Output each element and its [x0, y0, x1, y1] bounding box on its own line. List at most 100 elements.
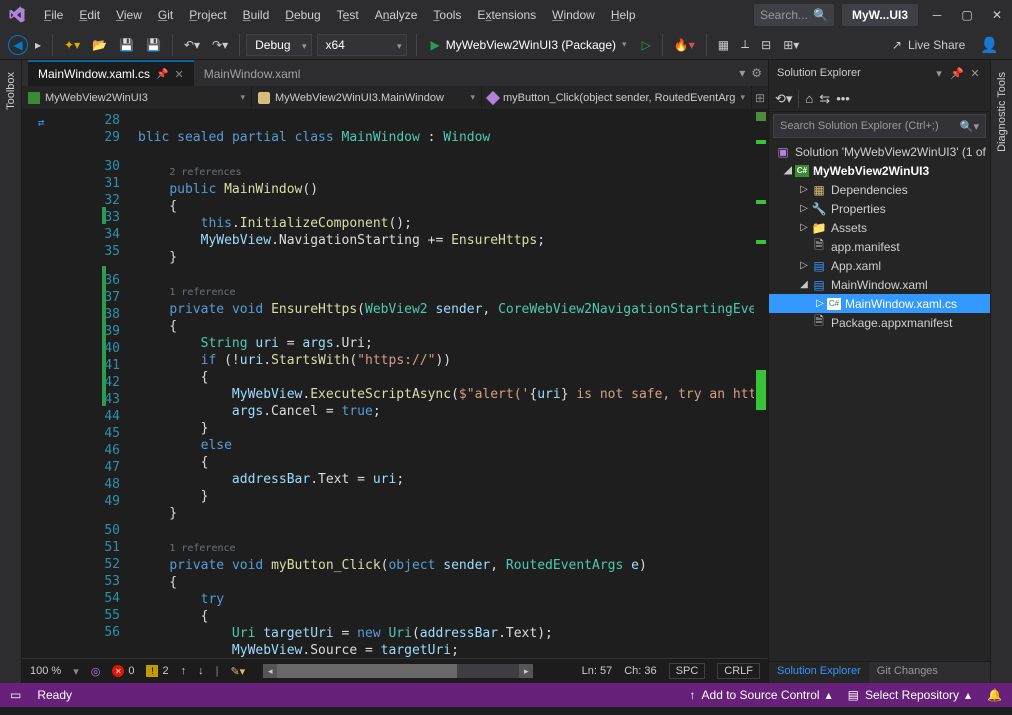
solution-search-input[interactable]: Search Solution Explorer (Ctrl+;) 🔍▾ — [773, 114, 986, 138]
tool-icon[interactable]: ••• — [836, 91, 850, 106]
back-icon[interactable]: ⟲▾ — [775, 91, 792, 107]
home-icon[interactable]: ⌂ — [805, 91, 813, 106]
zoom-level[interactable]: 100 % — [30, 665, 61, 677]
panel-close-icon[interactable]: ✕ — [968, 66, 982, 80]
split-editor-button[interactable]: ⊞ — [752, 86, 768, 109]
document-tab[interactable]: MainWindow.xaml — [194, 60, 311, 86]
panel-tab-git[interactable]: Git Changes — [869, 662, 946, 683]
collapse-icon[interactable]: ◢ — [781, 165, 795, 176]
save-all-button[interactable]: 💾 — [141, 35, 166, 55]
undo-button[interactable]: ↶▾ — [179, 35, 205, 55]
track-changes-icon[interactable]: ⇄ — [38, 114, 45, 131]
gear-icon[interactable]: ⚙ — [751, 66, 762, 80]
line-indicator[interactable]: Ln: 57 — [582, 665, 613, 677]
toolbar-icon[interactable]: ⟂ — [736, 34, 754, 55]
menu-build[interactable]: Build — [235, 3, 278, 27]
horizontal-scrollbar[interactable]: ◂ ▸ — [263, 664, 533, 678]
menu-git[interactable]: Git — [150, 3, 181, 27]
nav-fwd-button[interactable]: ▸ — [30, 35, 46, 55]
column-indicator[interactable]: Ch: 36 — [624, 665, 656, 677]
expand-icon[interactable]: ▷ — [797, 184, 811, 195]
panel-pin-icon[interactable]: 📌 — [950, 66, 964, 80]
maximize-button[interactable]: ▢ — [960, 8, 974, 22]
sync-icon[interactable]: ⇆ — [819, 91, 830, 107]
panel-tab-solution[interactable]: Solution Explorer — [769, 662, 869, 683]
tree-row[interactable]: 🗎 app.manifest — [769, 237, 990, 256]
tree-row[interactable]: ◢ ▤ MainWindow.xaml — [769, 275, 990, 294]
pin-icon[interactable]: 📌 — [156, 69, 168, 80]
open-button[interactable]: 📂 — [87, 35, 112, 55]
select-repository-button[interactable]: ▤ Select Repository ▴ — [848, 688, 971, 702]
platform-dropdown[interactable]: x64▾ — [317, 34, 407, 56]
new-item-button[interactable]: ✦▾ — [59, 35, 85, 55]
codelens-references[interactable]: 1 reference — [169, 287, 235, 298]
chevron-down-icon[interactable]: ▾ — [73, 665, 79, 678]
menu-window[interactable]: Window — [544, 3, 603, 27]
account-button[interactable]: 👤 — [975, 33, 1004, 57]
tree-row[interactable]: ▷ 📁 Assets — [769, 218, 990, 237]
tree-row[interactable]: ▷ 🔧 Properties — [769, 199, 990, 218]
start-debugging-button[interactable]: ▶ MyWebView2WinUI3 (Package) ▾ — [423, 35, 635, 55]
tree-row-project[interactable]: ◢ C# MyWebView2WinUI3 — [769, 161, 990, 180]
menu-debug[interactable]: Debug — [277, 3, 328, 27]
solution-name-dropdown[interactable]: MyW...UI3 — [842, 4, 918, 26]
expand-icon[interactable]: ▷ — [813, 298, 827, 309]
nav-project-dropdown[interactable]: MyWebView2WinUI3 ▾ — [22, 86, 252, 109]
collapse-icon[interactable]: ◢ — [797, 279, 811, 290]
menu-help[interactable]: Help — [603, 3, 644, 27]
redo-button[interactable]: ↷▾ — [207, 35, 233, 55]
menu-edit[interactable]: Edit — [71, 3, 108, 27]
nav-up-button[interactable]: ↑ — [181, 665, 187, 677]
quick-launch-search[interactable]: Search... 🔍 — [754, 4, 834, 26]
hot-reload-button[interactable]: 🔥▾ — [669, 35, 700, 55]
error-count[interactable]: ✕0 — [112, 665, 134, 677]
scroll-right-button[interactable]: ▸ — [519, 664, 533, 678]
panel-dropdown-icon[interactable]: ▾ — [932, 66, 946, 80]
code-content[interactable]: blic sealed partial class MainWindow : W… — [138, 110, 754, 658]
tree-row[interactable]: ▷ ▦ Dependencies — [769, 180, 990, 199]
codelens-references[interactable]: 1 reference — [169, 543, 235, 554]
menu-analyze[interactable]: Analyze — [367, 3, 426, 27]
toolbar-icon[interactable]: ⊟ — [756, 35, 776, 55]
expand-icon[interactable]: ▷ — [797, 222, 811, 233]
nav-class-dropdown[interactable]: MyWebView2WinUI3.MainWindow ▾ — [252, 86, 482, 109]
notifications-button[interactable]: 🔔 — [987, 688, 1002, 702]
code-editor[interactable]: ⇄ 28 29 30 31 32 33 34 35 36 37 38 39 40… — [22, 110, 768, 658]
expand-icon[interactable]: ▷ — [797, 260, 811, 271]
indent-mode[interactable]: SPC — [669, 663, 706, 679]
tree-row[interactable]: 🗎 Package.appxmanifest — [769, 313, 990, 332]
overview-margin[interactable] — [754, 110, 768, 658]
expand-icon[interactable]: ▷ — [797, 203, 811, 214]
start-without-debugging-button[interactable]: ▷ — [637, 35, 656, 55]
tree-row-selected[interactable]: ▷ C# MainWindow.xaml.cs — [769, 294, 990, 313]
health-indicator-icon[interactable]: ◎ — [91, 665, 101, 678]
scroll-left-button[interactable]: ◂ — [263, 664, 277, 678]
close-window-button[interactable]: ✕ — [990, 8, 1004, 22]
add-to-source-control-button[interactable]: ↑ Add to Source Control ▴ — [690, 688, 832, 702]
menu-file[interactable]: FFileile — [36, 3, 71, 27]
live-share-button[interactable]: ↗ Live Share — [884, 35, 973, 55]
menu-extensions[interactable]: Extensions — [469, 3, 544, 27]
nav-back-button[interactable]: ◀ — [8, 35, 28, 55]
document-tab-active[interactable]: MainWindow.xaml.cs 📌 ✕ — [28, 60, 194, 86]
toolbar-icon[interactable]: ▦ — [713, 35, 734, 55]
save-button[interactable]: 💾 — [114, 35, 139, 55]
tree-row-solution[interactable]: ▣ Solution 'MyWebView2WinUI3' (1 of 1) — [769, 142, 990, 161]
nav-member-dropdown[interactable]: myButton_Click(object sender, RoutedEven… — [482, 86, 752, 109]
toolbar-icon[interactable]: ⊞▾ — [778, 35, 804, 55]
brush-icon[interactable]: ✎▾ — [230, 665, 245, 678]
tree-row[interactable]: ▷ ▤ App.xaml — [769, 256, 990, 275]
menu-project[interactable]: Project — [181, 3, 234, 27]
nav-down-button[interactable]: ↓ — [198, 665, 204, 677]
dropdown-icon[interactable]: ▾ — [739, 66, 745, 80]
menu-tools[interactable]: Tools — [425, 3, 469, 27]
codelens-references[interactable]: 2 references — [169, 167, 241, 178]
configuration-dropdown[interactable]: Debug▾ — [246, 34, 311, 56]
close-tab-icon[interactable]: ✕ — [174, 68, 183, 81]
scrollbar-thumb[interactable] — [277, 664, 457, 678]
line-ending-mode[interactable]: CRLF — [717, 663, 760, 679]
toolbox-tab[interactable]: Toolbox — [2, 64, 20, 118]
output-icon[interactable]: ▭ — [10, 688, 21, 702]
diagnostic-tools-tab[interactable]: Diagnostic Tools — [993, 64, 1011, 160]
warning-count[interactable]: !2 — [146, 665, 168, 677]
